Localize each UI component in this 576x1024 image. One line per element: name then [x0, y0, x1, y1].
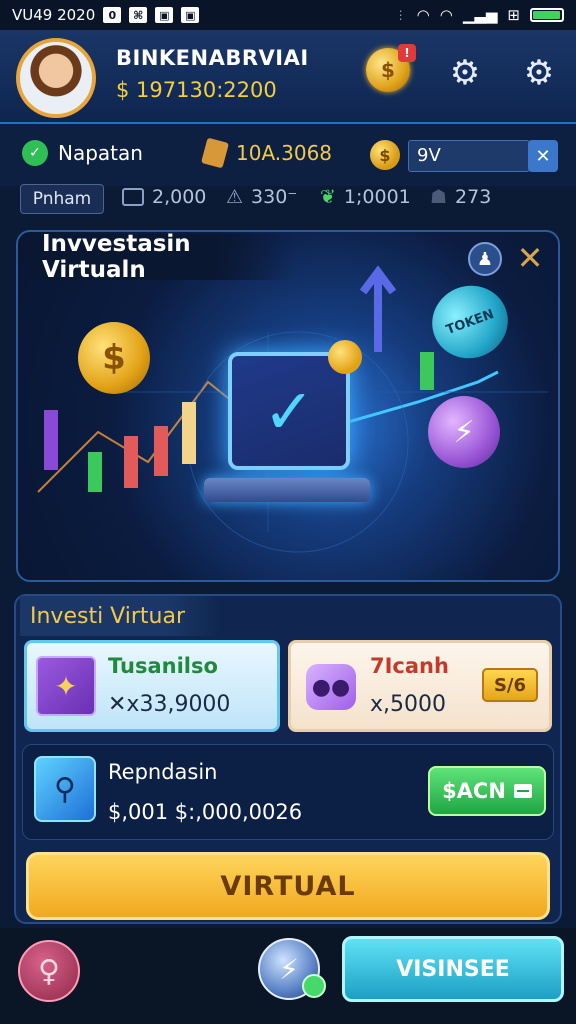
card2-name: 7Icanh	[370, 654, 449, 678]
avatar[interactable]	[16, 38, 96, 118]
clear-field-button[interactable]: ✕	[528, 140, 558, 172]
resource-tickets: 10A.3068	[201, 137, 333, 169]
card3-name: Repndasin	[108, 760, 218, 784]
visit-button[interactable]: VISINSEE	[342, 936, 564, 1002]
app-icon: ⌘	[129, 7, 148, 23]
status-bar: VU49 2020 0 ⌘ ▣ ▣ ⋮ ◠ ◠ ▁▃▅ ⊞	[0, 0, 576, 30]
username: BINKENABRVIAI	[116, 46, 309, 70]
scan-icon	[513, 784, 532, 798]
magnifier-icon: ⚲	[34, 756, 96, 822]
gallery-icon: ▣	[181, 7, 200, 23]
image-icon: ▣	[155, 7, 174, 23]
group-icon: ☗	[430, 186, 448, 208]
leaf-small-icon: ❦	[320, 186, 336, 208]
card1-value: ✕x33,9000	[108, 692, 231, 717]
card2-value: x,5000	[370, 692, 447, 717]
card3-value: $,001 $:,000,0026	[108, 800, 303, 824]
laptop-base	[204, 478, 370, 502]
resource-napatan-label: Napatan	[58, 141, 143, 165]
card-icon	[122, 188, 144, 206]
settings-gear-icon[interactable]: ⚙	[516, 50, 562, 96]
stat-group-value: 273	[455, 186, 492, 208]
virtual-button[interactable]: VIRTUAL	[26, 852, 550, 920]
battery-icon	[530, 8, 564, 22]
stat-cards-value: 2,000	[152, 186, 207, 208]
stat-group: ☗ 273	[430, 186, 491, 208]
gear-icon[interactable]: ⚙	[442, 50, 488, 96]
candle-bar	[154, 426, 168, 476]
candle-bar	[88, 452, 102, 492]
stat-leaf: ❦ 1;0001	[320, 186, 411, 208]
users-icon: ⚠	[226, 186, 244, 208]
signal-icon: ▁▃▅	[462, 6, 498, 24]
dots-icon: ⋮	[394, 8, 407, 22]
resource-napatan: ✓ Napatan	[22, 140, 143, 166]
stat-leaf-value: 1;0001	[343, 186, 411, 208]
laptop-check-icon: ✓	[228, 352, 350, 470]
stat-cards: 2,000	[122, 186, 206, 208]
candle-bar	[420, 352, 434, 390]
pig-icon: ●●	[306, 664, 356, 710]
stat-users: ⚠ 330⁻	[226, 186, 297, 208]
ticket-icon	[201, 137, 229, 169]
candle-bar	[124, 436, 138, 488]
candle-bar	[44, 410, 58, 470]
wifi2-icon: ◠	[439, 6, 453, 24]
gold-coin-icon: $	[370, 140, 400, 170]
status-time: VU49 2020	[12, 6, 96, 24]
filter-pill[interactable]: Pnham	[20, 184, 104, 214]
banner-title: Invvestasin Virtualn	[24, 231, 296, 283]
balance: $ 197130:2200	[116, 78, 277, 102]
scan-button[interactable]: $ACN	[428, 766, 546, 816]
notification-icon: 0	[103, 7, 122, 23]
scan-label: $ACN	[442, 779, 506, 803]
rocket-icon: ✦	[36, 656, 96, 716]
profile-nav-icon[interactable]: ♀	[18, 940, 80, 1002]
panel-title: Investi Virtuar	[20, 596, 220, 636]
info-icon[interactable]: ♟	[468, 242, 502, 276]
resource-tickets-value: 10A.3068	[236, 141, 333, 165]
nav-status-dot	[302, 974, 326, 998]
small-coin-icon	[328, 340, 362, 374]
stat-users-value: 330⁻	[251, 186, 298, 208]
close-icon[interactable]: ✕	[512, 239, 548, 277]
card1-name: Tusanilso	[108, 654, 218, 678]
card2-badge[interactable]: S/6	[482, 668, 538, 702]
search-input[interactable]: 9V	[408, 140, 530, 172]
leaf-icon: ✓	[22, 140, 48, 166]
candle-bar	[182, 402, 196, 464]
wifi-icon: ◠	[416, 6, 430, 24]
lightning-token-icon: ⚡	[428, 396, 500, 468]
notification-badge: !	[398, 44, 416, 62]
dollar-coin-icon: $	[78, 322, 150, 394]
grid-icon: ⊞	[507, 6, 520, 24]
